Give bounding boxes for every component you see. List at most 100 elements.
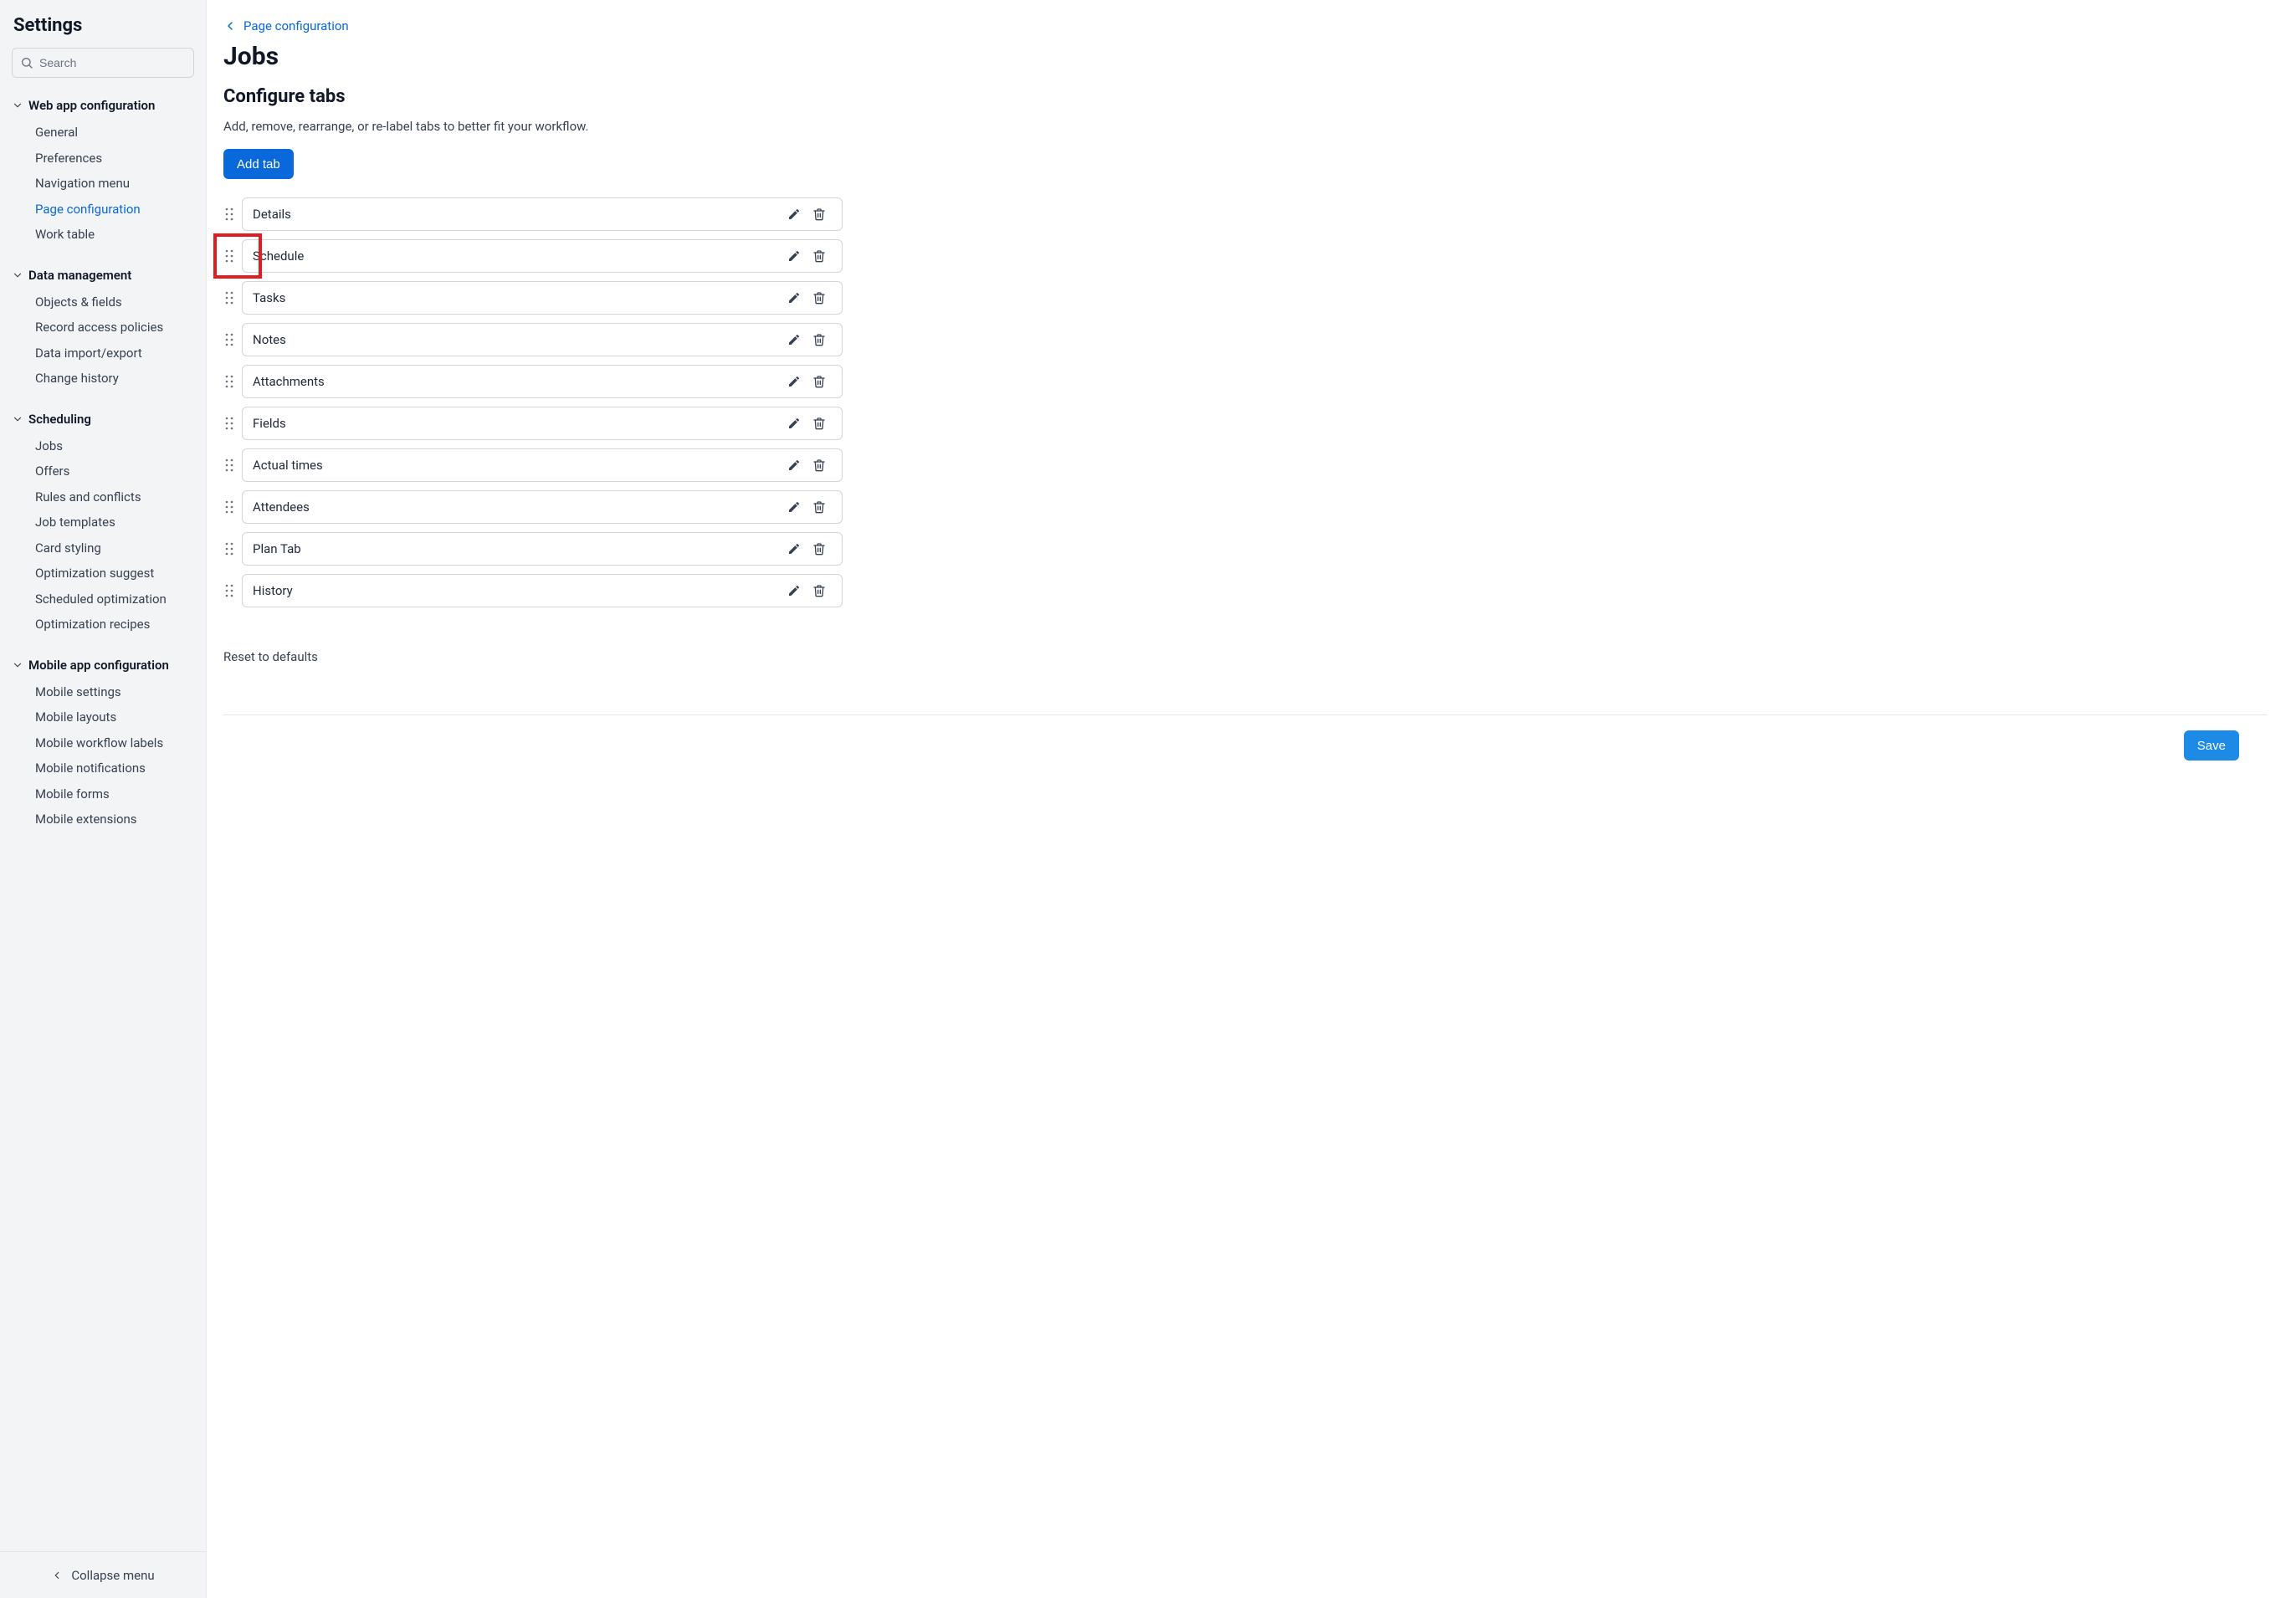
search-input[interactable] — [12, 48, 194, 78]
nav-section-header[interactable]: Web app configuration — [12, 96, 194, 115]
delete-button[interactable] — [807, 285, 832, 310]
tab-row: Attachments — [223, 365, 843, 398]
drag-handle-icon[interactable] — [223, 542, 235, 556]
delete-button[interactable] — [807, 202, 832, 227]
delete-button[interactable] — [807, 536, 832, 561]
pencil-icon — [787, 249, 801, 263]
section-title: Configure tabs — [223, 86, 2268, 107]
sidebar-item[interactable]: Mobile forms — [35, 781, 194, 807]
edit-button[interactable] — [782, 536, 807, 561]
drag-handle-icon[interactable] — [223, 291, 235, 305]
tab-card: Attendees — [242, 490, 843, 524]
edit-button[interactable] — [782, 411, 807, 436]
tab-row: Plan Tab — [223, 532, 843, 566]
sidebar-item[interactable]: Rules and conflicts — [35, 484, 194, 510]
add-tab-button[interactable]: Add tab — [223, 149, 294, 179]
trash-icon — [812, 417, 826, 430]
drag-handle-icon[interactable] — [223, 417, 235, 430]
edit-button[interactable] — [782, 453, 807, 478]
sidebar-item[interactable]: Change history — [35, 366, 194, 392]
sidebar-item[interactable]: Mobile layouts — [35, 704, 194, 730]
save-button[interactable]: Save — [2184, 730, 2239, 761]
tab-card: Tasks — [242, 281, 843, 315]
chevron-down-icon — [12, 100, 23, 111]
edit-button[interactable] — [782, 369, 807, 394]
pencil-icon — [787, 375, 801, 388]
nav-section: Scheduling JobsOffersRules and conflictsJ… — [12, 410, 194, 638]
sidebar-item[interactable]: Navigation menu — [35, 171, 194, 197]
tab-card: Schedule — [242, 239, 843, 273]
drag-handle-icon[interactable] — [223, 333, 235, 346]
sidebar-item[interactable]: Work table — [35, 222, 194, 248]
tab-row: Actual times — [223, 448, 843, 482]
sidebar-item[interactable]: Data import/export — [35, 341, 194, 366]
pencil-icon — [787, 333, 801, 346]
tab-label: Fields — [253, 416, 782, 431]
drag-handle-icon[interactable] — [223, 458, 235, 472]
sidebar-item[interactable]: Optimization suggest — [35, 561, 194, 586]
sidebar-item[interactable]: Objects & fields — [35, 289, 194, 315]
drag-handle-icon[interactable] — [223, 584, 235, 597]
edit-button[interactable] — [782, 578, 807, 603]
trash-icon — [812, 333, 826, 346]
chevron-down-icon — [12, 659, 23, 671]
delete-button[interactable] — [807, 453, 832, 478]
section-description: Add, remove, rearrange, or re-label tabs… — [223, 119, 2268, 134]
nav-section-header[interactable]: Scheduling — [12, 410, 194, 428]
edit-button[interactable] — [782, 327, 807, 352]
nav-section-label: Web app configuration — [28, 98, 155, 113]
delete-button[interactable] — [807, 243, 832, 269]
sidebar-item[interactable]: Page configuration — [35, 197, 194, 223]
delete-button[interactable] — [807, 578, 832, 603]
trash-icon — [812, 249, 826, 263]
pencil-icon — [787, 291, 801, 305]
delete-button[interactable] — [807, 327, 832, 352]
pencil-icon — [787, 417, 801, 430]
sidebar-item[interactable]: Preferences — [35, 146, 194, 172]
drag-handle-icon[interactable] — [223, 500, 235, 514]
delete-button[interactable] — [807, 494, 832, 520]
sidebar-title: Settings — [12, 15, 194, 36]
sidebar-item[interactable]: Scheduled optimization — [35, 586, 194, 612]
drag-handle-icon[interactable] — [223, 207, 235, 221]
sidebar-item[interactable]: Offers — [35, 458, 194, 484]
tab-row: Tasks — [223, 281, 843, 315]
sidebar-item[interactable]: Mobile workflow labels — [35, 730, 194, 756]
sidebar-item[interactable]: Mobile extensions — [35, 807, 194, 832]
sidebar-nav: Web app configuration GeneralPreferencesN… — [12, 96, 194, 832]
tab-row: History — [223, 574, 843, 607]
nav-section-header[interactable]: Data management — [12, 266, 194, 284]
sidebar-item[interactable]: Job templates — [35, 510, 194, 535]
sidebar-item[interactable]: Card styling — [35, 535, 194, 561]
edit-button[interactable] — [782, 243, 807, 269]
page-title: Jobs — [223, 42, 2268, 71]
edit-button[interactable] — [782, 285, 807, 310]
sidebar-item[interactable]: General — [35, 120, 194, 146]
edit-button[interactable] — [782, 494, 807, 520]
delete-button[interactable] — [807, 411, 832, 436]
reset-to-defaults-link[interactable]: Reset to defaults — [223, 649, 318, 664]
sidebar-item[interactable]: Mobile settings — [35, 679, 194, 705]
trash-icon — [812, 584, 826, 597]
trash-icon — [812, 291, 826, 305]
tab-card: Details — [242, 197, 843, 231]
sidebar-item[interactable]: Jobs — [35, 433, 194, 459]
delete-button[interactable] — [807, 369, 832, 394]
sidebar-item[interactable]: Optimization recipes — [35, 612, 194, 638]
collapse-menu-label: Collapse menu — [71, 1568, 154, 1583]
drag-handle-icon[interactable] — [223, 375, 235, 388]
breadcrumb-link-page-configuration[interactable]: Page configuration — [243, 18, 349, 33]
trash-icon — [812, 375, 826, 388]
sidebar-item[interactable]: Mobile notifications — [35, 755, 194, 781]
tabs-list: DetailsScheduleTasksNotesAttachmentsFiel… — [223, 197, 843, 607]
breadcrumb: Page configuration — [223, 18, 2268, 33]
drag-handle-icon[interactable] — [223, 249, 235, 263]
collapse-menu-button[interactable]: Collapse menu — [0, 1551, 206, 1598]
nav-section-header[interactable]: Mobile app configuration — [12, 656, 194, 674]
trash-icon — [812, 500, 826, 514]
tab-row: Fields — [223, 407, 843, 440]
nav-section: Web app configuration GeneralPreferencesN… — [12, 96, 194, 248]
search-icon — [20, 56, 33, 69]
sidebar-item[interactable]: Record access policies — [35, 315, 194, 341]
edit-button[interactable] — [782, 202, 807, 227]
